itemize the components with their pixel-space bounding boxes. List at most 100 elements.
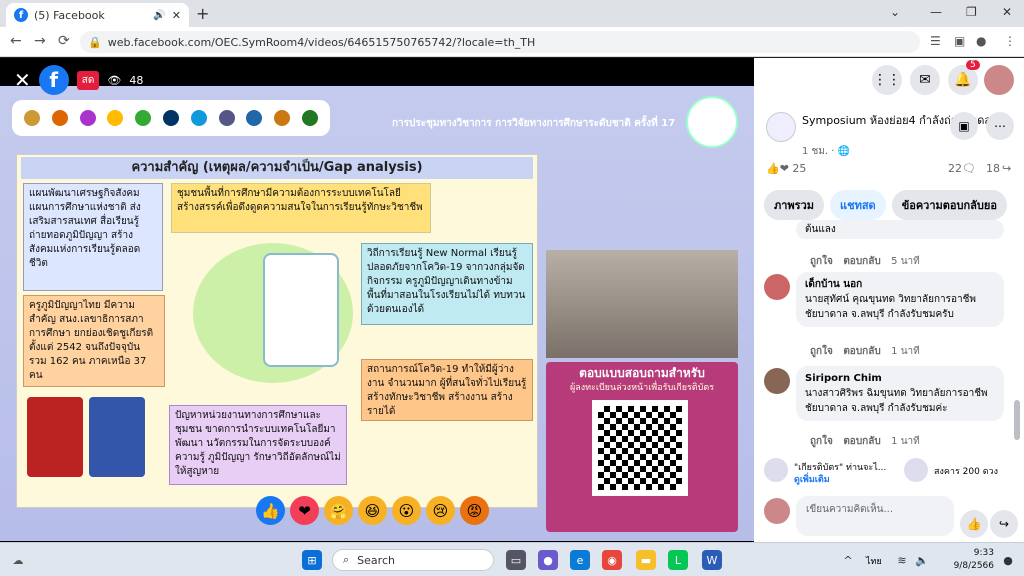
teams-icon[interactable]: ● xyxy=(538,550,558,570)
reaction-count[interactable]: 25 xyxy=(792,162,806,175)
logo-icon xyxy=(274,110,291,126)
close-window-button[interactable]: ✕ xyxy=(1002,5,1012,19)
url-field[interactable]: 🔒 web.facebook.com/OEC.SymRoom4/videos/6… xyxy=(80,31,920,53)
wifi-icon[interactable]: ≋ xyxy=(892,550,912,570)
browser-tab[interactable]: f (5) Facebook 🔊 ✕ xyxy=(6,3,189,27)
tab-overview[interactable]: ภาพรวม xyxy=(764,190,825,220)
logo-icon xyxy=(302,110,319,126)
page-avatar[interactable] xyxy=(766,112,796,142)
tab-live-chat[interactable]: แชทสด xyxy=(830,190,886,220)
task-view-icon[interactable]: ▭ xyxy=(506,550,526,570)
comment-count[interactable]: 22 xyxy=(948,162,962,175)
tab-close-icon[interactable]: ✕ xyxy=(172,9,181,22)
phone-illustration xyxy=(263,253,339,367)
comment-input[interactable]: เขียนความคิดเห็น... xyxy=(796,496,954,536)
messenger-icon[interactable]: ✉ xyxy=(910,65,940,95)
facebook-logo-icon[interactable]: f xyxy=(38,65,69,95)
reload-button[interactable]: ⟳ xyxy=(58,33,70,49)
share-count[interactable]: 18 xyxy=(986,162,1000,175)
book-cover-image xyxy=(89,397,145,477)
love-reaction-icon[interactable]: ❤ xyxy=(290,496,319,525)
lock-icon: 🔒 xyxy=(88,35,102,49)
care-reaction-icon[interactable]: 🤗 xyxy=(324,496,353,525)
reaction-bar: 👍 ❤ 🤗 😆 😮 😢 😡 xyxy=(256,496,489,525)
sad-reaction-icon[interactable]: 😢 xyxy=(426,496,455,525)
like-link[interactable]: ถูกใจ xyxy=(810,256,833,267)
chrome-icon[interactable]: ◉ xyxy=(602,550,622,570)
commenter-avatar[interactable] xyxy=(764,274,790,300)
logo-icon xyxy=(218,110,235,126)
taskbar: ☁ ⊞ ⌕ Search ▭ ● e ◉ ▬ L W ^ ไทย ≋ 🔈 9:3… xyxy=(0,542,1024,576)
close-video-icon[interactable]: ✕ xyxy=(14,68,31,92)
slide-board: ความสำคัญ (เหตุผล/ความจำเป็น/Gap analysi… xyxy=(16,154,538,508)
notification-center-icon[interactable]: ● xyxy=(998,550,1018,570)
tab-title: (5) Facebook xyxy=(34,8,105,22)
tray-chevron-icon[interactable]: ^ xyxy=(838,550,858,570)
commenter-name[interactable]: Siriporn Chim xyxy=(805,371,995,386)
tab-search-icon[interactable]: ⌄ xyxy=(890,5,900,19)
qr-code xyxy=(592,400,688,496)
sponsor-logos xyxy=(12,100,330,136)
like-link[interactable]: ถูกใจ xyxy=(810,346,833,357)
sidepanel-icon[interactable]: ▣ xyxy=(954,34,965,48)
commenter-name[interactable]: เด็กบ้าน นอก xyxy=(805,277,995,292)
wow-reaction-icon[interactable]: 😮 xyxy=(392,496,421,525)
file-explorer-icon[interactable]: ▬ xyxy=(636,550,656,570)
edge-icon[interactable]: e xyxy=(570,550,590,570)
commenter-avatar[interactable] xyxy=(764,368,790,394)
address-bar-row: ← → ⟳ 🔒 web.facebook.com/OEC.SymRoom4/vi… xyxy=(0,27,1024,57)
reply-link[interactable]: ตอบกลับ xyxy=(843,436,880,447)
like-reaction-icon[interactable]: 👍 xyxy=(256,496,285,525)
word-icon[interactable]: W xyxy=(702,550,722,570)
my-avatar[interactable] xyxy=(764,498,790,524)
profile-avatar[interactable]: ● xyxy=(976,34,986,48)
line-icon[interactable]: L xyxy=(668,550,688,570)
comment-icon: 🗨 xyxy=(962,162,976,175)
live-video[interactable]: ✕ f สด 👁 48 การประชุมทางวิชาการ การวิจัย… xyxy=(0,58,754,542)
facebook-favicon-icon: f xyxy=(14,8,28,22)
like-link[interactable]: ถูกใจ xyxy=(810,436,833,447)
unicef-logo-icon xyxy=(190,110,207,126)
reading-list-icon[interactable]: ☰ xyxy=(930,34,941,48)
start-icon[interactable]: ⊞ xyxy=(302,550,322,570)
pinned-avatar[interactable] xyxy=(904,458,928,482)
system-clock[interactable]: 9:33 9/8/2566 xyxy=(944,547,994,573)
comment-actions: ถูกใจ ตอบกลับ 1 นาที xyxy=(810,344,920,359)
notification-badge: 5 xyxy=(966,60,980,70)
menu-grid-icon[interactable]: ⋮⋮ xyxy=(872,65,902,95)
account-avatar[interactable] xyxy=(984,65,1014,95)
back-button[interactable]: ← xyxy=(10,33,22,49)
input-language[interactable]: ไทย xyxy=(866,554,882,568)
clock-date: 9/8/2566 xyxy=(953,561,994,571)
menu-icon[interactable]: ⋮ xyxy=(1004,34,1016,48)
minimize-button[interactable]: — xyxy=(930,5,942,19)
volume-icon[interactable]: 🔈 xyxy=(912,550,932,570)
weather-icon[interactable]: ☁ xyxy=(8,550,28,570)
angry-reaction-icon[interactable]: 😡 xyxy=(460,496,489,525)
survey-qr-panel: ตอบแบบสอบถามสำหรับ ผู้ลงทะเบียนล่วงหน้าเ… xyxy=(546,362,738,532)
reply-link[interactable]: ตอบกลับ xyxy=(843,346,880,357)
like-button-icon[interactable]: 👍 xyxy=(960,510,988,538)
speaker-camera-view xyxy=(546,250,738,358)
logo-icon xyxy=(107,110,124,126)
comment-actions: ถูกใจ ตอบกลับ 1 นาที xyxy=(810,434,920,449)
more-options-icon[interactable]: ⋯ xyxy=(986,112,1014,140)
live-badge: สด xyxy=(76,70,100,90)
speaker-icon[interactable]: 🔊 xyxy=(153,10,165,21)
share-button-icon[interactable]: ↪ xyxy=(990,510,1018,538)
forward-button[interactable]: → xyxy=(34,33,46,49)
post-time: 1 ชม. · 🌐 xyxy=(802,146,851,157)
pinned-avatar[interactable] xyxy=(764,458,788,482)
search-icon: ⌕ xyxy=(343,553,350,566)
tab-replies[interactable]: ข้อความตอบกลับยอ xyxy=(891,190,1007,220)
reply-link[interactable]: ตอบกลับ xyxy=(843,256,880,267)
scrollbar[interactable] xyxy=(1014,400,1020,440)
haha-reaction-icon[interactable]: 😆 xyxy=(358,496,387,525)
taskbar-search[interactable]: ⌕ Search xyxy=(332,549,494,571)
new-tab-button[interactable]: + xyxy=(196,4,209,23)
conference-logo-icon xyxy=(686,96,738,148)
restore-button[interactable]: ❐ xyxy=(966,5,977,19)
comment-text: นายสุทัศน์ คุณขุนทด วิทยาลัยการอาชีพชัยบ… xyxy=(805,294,976,320)
see-more-link[interactable]: ดูเพิ่มเติม xyxy=(794,472,830,486)
save-icon[interactable]: ▣ xyxy=(950,112,978,140)
